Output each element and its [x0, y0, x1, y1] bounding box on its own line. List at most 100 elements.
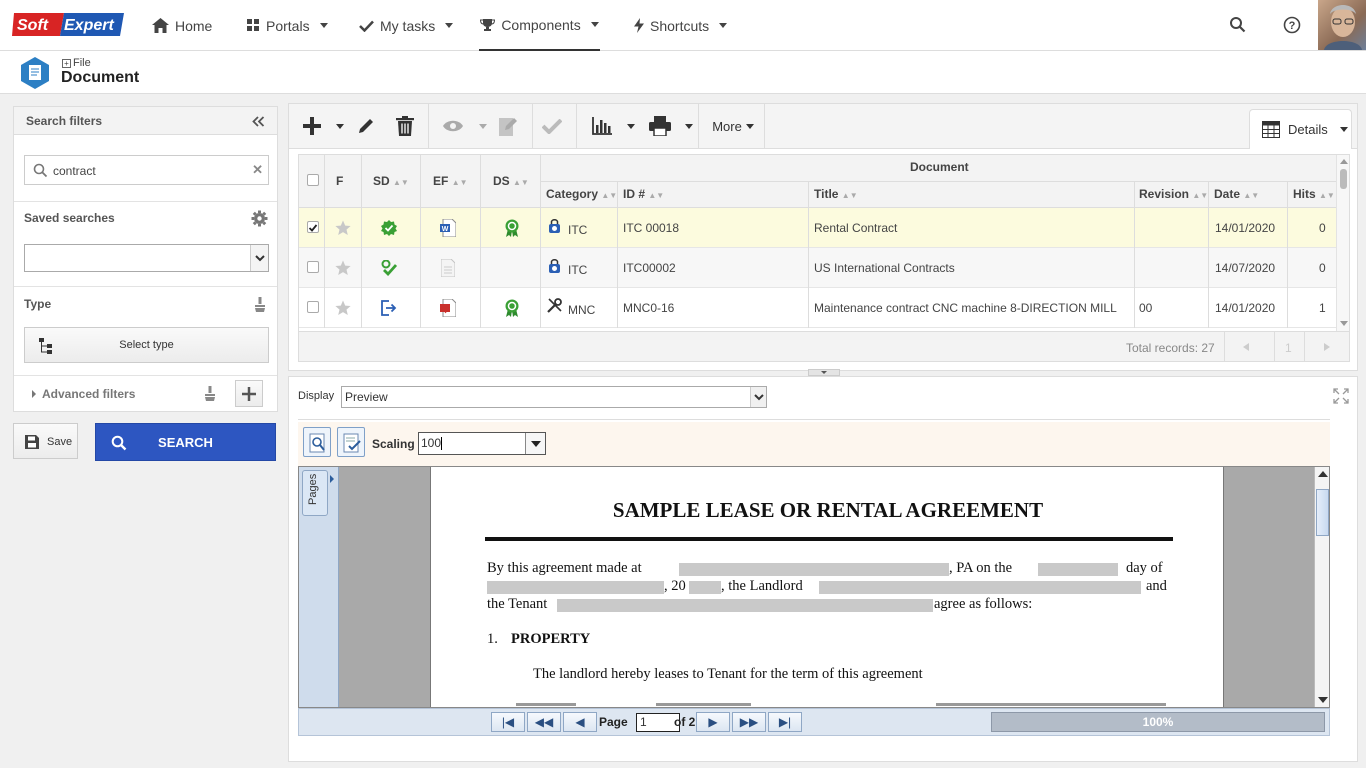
chart-menu-dropdown[interactable]	[626, 104, 636, 148]
user-avatar[interactable]	[1318, 0, 1366, 50]
column-header-ef[interactable]: EF ▲▼	[433, 174, 468, 188]
saved-searches-dropdown[interactable]	[24, 244, 269, 272]
gear-icon[interactable]	[251, 210, 268, 227]
scroll-thumb[interactable]	[1340, 169, 1347, 189]
pdf-scrollbar[interactable]	[1314, 467, 1329, 707]
doc-line1-b: , PA on the	[949, 560, 1013, 576]
nav-home[interactable]: Home	[150, 0, 214, 51]
view-menu-dropdown[interactable]	[478, 104, 488, 148]
column-header-ds[interactable]: DS ▲▼	[493, 174, 529, 188]
last-page-icon: ▶|	[778, 715, 792, 729]
first-page-icon: |◀	[501, 715, 515, 729]
delete-button[interactable]	[395, 104, 415, 148]
sort-icon: ▲▼	[513, 178, 529, 187]
rewind-button[interactable]: ◀◀	[527, 712, 561, 732]
nav-my-tasks[interactable]: My tasks	[357, 0, 455, 51]
column-header-f[interactable]: F	[336, 174, 343, 188]
redaction-block	[819, 581, 1141, 594]
last-page-button[interactable]: ▶|	[768, 712, 802, 732]
display-select[interactable]: Preview	[341, 386, 767, 408]
chevron-down-icon	[531, 441, 541, 447]
save-button[interactable]: Save	[13, 423, 78, 459]
table-row[interactable]: MNC MNC0-16 Maintenance contract CNC mac…	[299, 288, 1336, 328]
column-header-hits[interactable]: Hits ▲▼	[1293, 187, 1335, 201]
breadcrumb[interactable]: + File	[62, 57, 91, 69]
search-button[interactable]: SEARCH	[95, 423, 276, 461]
documents-grid-panel: More Details F SD ▲▼ EF ▲▼ DS ▲▼ Documen…	[288, 103, 1358, 371]
print-button[interactable]	[648, 104, 672, 148]
sort-icon: ▲▼	[1192, 191, 1209, 200]
scroll-thumb[interactable]	[1316, 489, 1329, 536]
pager-page[interactable]: 1	[1285, 341, 1292, 355]
trash-icon	[396, 116, 414, 136]
panel-splitter[interactable]	[808, 369, 840, 376]
search-icon	[33, 163, 48, 178]
pdf-canvas: Pages SAMPLE LEASE OR RENTAL AGREEMENT B…	[298, 466, 1330, 708]
star-icon[interactable]	[335, 260, 351, 276]
advanced-filters-toggle[interactable]: Advanced filters	[32, 387, 135, 401]
sort-icon: ▲▼	[393, 178, 409, 187]
scaling-input[interactable]: 100	[418, 432, 546, 455]
clear-search-icon[interactable]: ✕	[252, 162, 263, 178]
collapse-double-chevron-icon[interactable]	[252, 116, 265, 127]
scroll-down-icon	[1340, 321, 1348, 326]
text-fragment	[656, 703, 751, 706]
table-row[interactable]: ITC ITC00002 US International Contracts …	[299, 248, 1336, 288]
column-header-id[interactable]: ID # ▲▼	[623, 187, 664, 201]
column-header-sd[interactable]: SD ▲▼	[373, 174, 409, 188]
fast-forward-icon: ▶▶	[739, 715, 759, 729]
edit-button[interactable]	[355, 104, 377, 148]
first-page-button[interactable]: |◀	[491, 712, 525, 732]
fullscreen-expand-icon[interactable]	[1333, 388, 1349, 404]
sidebar-expand-icon[interactable]	[330, 475, 334, 483]
print-menu-dropdown[interactable]	[684, 104, 694, 148]
row-checkbox[interactable]	[307, 301, 319, 313]
help-icon[interactable]: ?	[1283, 16, 1301, 34]
nav-portals[interactable]: Portals	[245, 0, 330, 51]
more-button[interactable]: More	[707, 104, 759, 148]
add-filter-button[interactable]	[235, 380, 263, 407]
row-id: ITC00002	[623, 261, 676, 275]
add-button[interactable]	[301, 104, 323, 148]
clear-filter-broom-icon[interactable]	[204, 386, 216, 401]
approve-button[interactable]	[541, 104, 563, 148]
clear-filter-broom-icon[interactable]	[254, 297, 266, 312]
select-type-button[interactable]: Select type	[24, 327, 269, 363]
fast-forward-button[interactable]: ▶▶	[732, 712, 766, 732]
fit-page-button[interactable]	[337, 427, 365, 457]
next-page-button[interactable]: ▶	[696, 712, 730, 732]
search-icon[interactable]	[1229, 16, 1247, 34]
pages-tab[interactable]: Pages	[302, 470, 328, 516]
table-scrollbar[interactable]	[1336, 155, 1349, 331]
row-title: Maintenance contract CNC machine 8-DIREC…	[814, 301, 1117, 315]
nav-shortcuts[interactable]: Shortcuts	[632, 0, 729, 51]
column-header-revision[interactable]: Revision ▲▼	[1139, 187, 1208, 201]
chart-button[interactable]	[591, 104, 613, 148]
row-checkbox[interactable]	[307, 221, 319, 233]
column-header-title[interactable]: Title ▲▼	[814, 187, 858, 201]
view-button[interactable]	[442, 104, 464, 148]
display-label: Display	[298, 390, 335, 402]
load-progress-bar: 100%	[991, 712, 1325, 732]
star-icon[interactable]	[335, 220, 351, 236]
pencil-icon	[359, 119, 373, 133]
star-icon[interactable]	[335, 300, 351, 316]
softexpert-logo[interactable]: Soft Expert	[12, 13, 124, 36]
column-header-category[interactable]: Category ▲▼	[546, 187, 617, 201]
pager-next-icon[interactable]	[1324, 343, 1330, 351]
select-all-checkbox[interactable]	[307, 174, 319, 186]
column-header-date[interactable]: Date ▲▼	[1214, 187, 1259, 201]
row-checkbox[interactable]	[307, 261, 319, 273]
details-view-button[interactable]: Details	[1249, 109, 1352, 149]
table-row[interactable]: W ITC ITC 00018 Rental Contract 14/01/20…	[299, 208, 1336, 248]
prev-page-button[interactable]: ◀	[563, 712, 597, 732]
table-header: F SD ▲▼ EF ▲▼ DS ▲▼ Document Category ▲▼…	[299, 155, 1336, 208]
pager-prev-icon[interactable]	[1243, 343, 1249, 351]
nav-components[interactable]: Components	[479, 0, 600, 51]
chevron-down-icon	[319, 23, 328, 28]
edit-document-button[interactable]	[497, 104, 519, 148]
search-input[interactable]: contract ✕	[24, 155, 269, 185]
search-filters-title: Search filters	[26, 114, 103, 128]
add-menu-dropdown[interactable]	[335, 104, 345, 148]
zoom-find-button[interactable]	[303, 427, 331, 457]
